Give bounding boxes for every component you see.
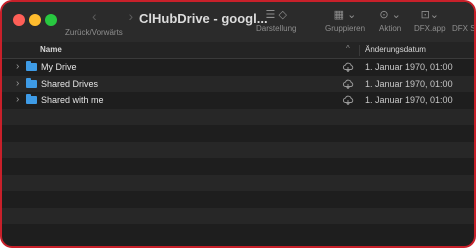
sort-ascending-icon: ^: [346, 44, 350, 53]
empty-row: [2, 125, 474, 142]
disclosure-chevron-icon[interactable]: ›: [16, 61, 19, 72]
file-row-shared-with-me[interactable]: › Shared with me 1. Januar 1970, 01:00: [2, 92, 474, 109]
file-row-shared-drives[interactable]: › Shared Drives 1. Januar 1970, 01:00: [2, 75, 474, 92]
toolbar: ‹ › Zurück/Vorwärts ClHubDrive - googl..…: [2, 2, 474, 42]
name-column-header[interactable]: Name: [40, 45, 62, 54]
file-name: Shared Drives: [41, 78, 99, 89]
group-label: Gruppieren: [325, 24, 366, 33]
disclosure-chevron-icon[interactable]: ›: [16, 94, 19, 105]
cloud-icon: [343, 62, 354, 72]
file-name: Shared with me: [41, 95, 104, 105]
cloud-icon: [343, 79, 354, 89]
dfx-sc-icon: [452, 6, 474, 24]
action-toolbar-button[interactable]: ⊙ ⌄ Aktion: [379, 6, 401, 33]
file-date: 1. Januar 1970, 01:00: [365, 78, 453, 89]
finder-window: ‹ › Zurück/Vorwärts ClHubDrive - googl..…: [0, 0, 476, 248]
dfx-app-toolbar-button[interactable]: ⊡⌄ DFX.app: [414, 6, 446, 33]
view-toolbar-button[interactable]: ☰ ◇ Darstellung: [256, 6, 296, 33]
action-ellipsis-icon: ⊙ ⌄: [379, 9, 401, 21]
empty-row: [2, 141, 474, 158]
dfx-sc-label: DFX Sc: [452, 24, 476, 33]
file-list: › My Drive 1. Januar 1970, 01:00 › Share…: [2, 59, 474, 241]
zoom-window-button[interactable]: [45, 14, 57, 26]
file-name: My Drive: [41, 62, 77, 72]
disclosure-chevron-icon[interactable]: ›: [16, 78, 19, 89]
group-toolbar-button[interactable]: ▦ ⌄ Gruppieren: [325, 6, 365, 33]
back-forward-label: Zurück/Vorwärts: [65, 28, 123, 37]
column-header-row: Name ^ Änderungsdatum: [2, 42, 474, 59]
folder-icon: [26, 94, 37, 104]
date-modified-column-header[interactable]: Änderungsdatum: [365, 45, 426, 54]
empty-row: [2, 108, 474, 125]
cloud-icon: [343, 95, 354, 105]
dfx-sc-toolbar-button[interactable]: DFX Sc: [452, 6, 476, 33]
empty-row: [2, 191, 474, 208]
empty-row: [2, 174, 474, 191]
window-title: ClHubDrive - googl...: [139, 11, 268, 26]
list-view-icon: ☰ ◇: [265, 9, 287, 21]
empty-row: [2, 207, 474, 224]
folder-icon: [26, 77, 37, 88]
action-label: Aktion: [379, 24, 402, 33]
empty-row: [2, 158, 474, 175]
file-date: 1. Januar 1970, 01:00: [365, 62, 453, 72]
dfx-app-icon: ⊡⌄: [420, 9, 439, 21]
file-date: 1. Januar 1970, 01:00: [365, 95, 453, 105]
file-row-my-drive[interactable]: › My Drive 1. Januar 1970, 01:00: [2, 59, 474, 76]
minimize-window-button[interactable]: [29, 14, 41, 26]
close-window-button[interactable]: [13, 14, 25, 26]
column-divider[interactable]: [359, 45, 360, 56]
empty-row: [2, 224, 474, 241]
dfx-app-label: DFX.app: [414, 24, 446, 33]
group-grid-icon: ▦ ⌄: [333, 9, 357, 21]
view-label: Darstellung: [256, 24, 297, 33]
folder-icon: [26, 61, 37, 71]
